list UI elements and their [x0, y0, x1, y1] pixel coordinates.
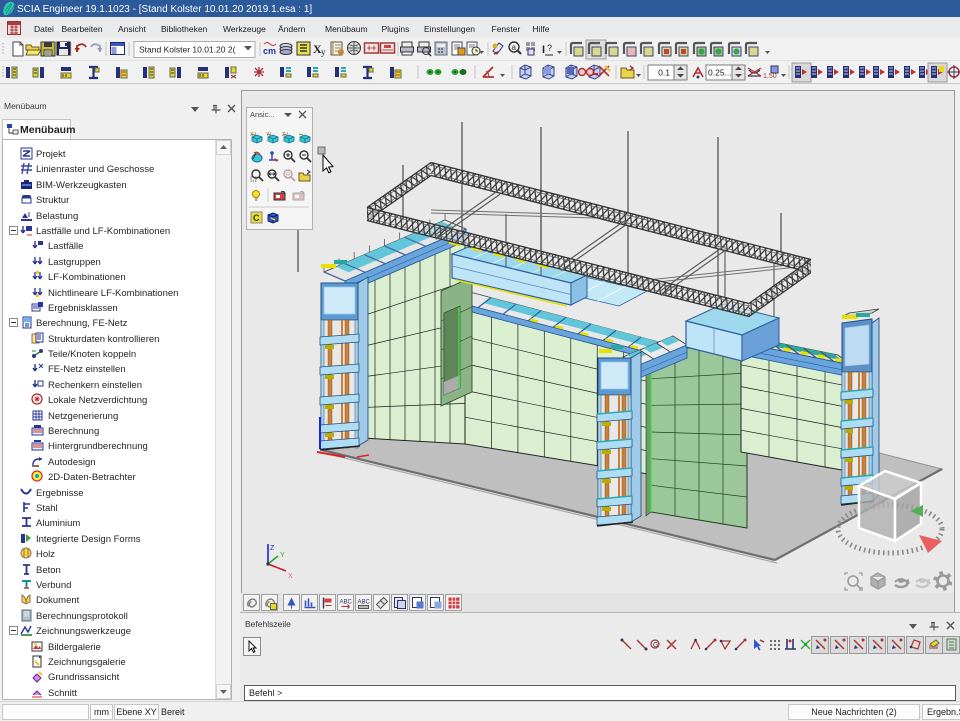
svg-text:a: a — [512, 43, 517, 52]
svg-text:X: X — [288, 573, 293, 580]
svg-text:0.25...: 0.25... — [708, 68, 732, 78]
svg-text:I: I — [542, 44, 545, 56]
svg-text:C: C — [253, 213, 260, 223]
svg-text:Z: Z — [270, 545, 275, 552]
svg-text:Ansic...: Ansic... — [250, 110, 275, 119]
svg-text:cm: cm — [263, 46, 276, 56]
svg-text:ABC: ABC — [358, 600, 371, 606]
svg-text:Y: Y — [280, 552, 285, 559]
svg-text:1.50: 1.50 — [763, 73, 777, 80]
svg-text:?: ? — [547, 43, 552, 53]
svg-text:0.1: 0.1 — [658, 68, 670, 78]
svg-text:Stand Kolster 10.01.20 2(: Stand Kolster 10.01.20 2( — [139, 45, 236, 55]
svg-text:G: G — [653, 642, 658, 649]
svg-text:ABC: ABC — [340, 600, 353, 606]
svg-text:y: y — [321, 47, 326, 57]
svg-text:R: R — [286, 173, 291, 179]
